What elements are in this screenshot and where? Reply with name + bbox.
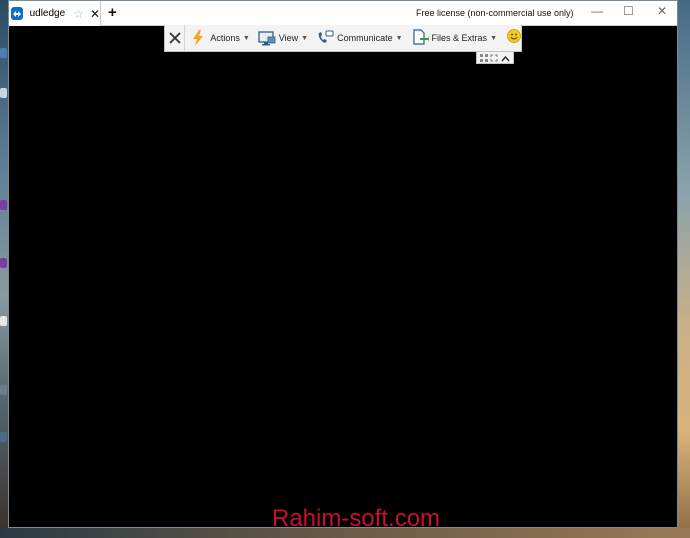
teamviewer-remote-window: udledge ☆ ✕ + Free license (non-commerci… <box>8 0 678 528</box>
phone-icon <box>316 29 334 47</box>
actions-menu[interactable]: Actions ▼ <box>185 25 253 51</box>
desktop-left-strip <box>0 0 8 538</box>
files-extras-menu[interactable]: Files & Extras ▼ <box>407 25 501 51</box>
lightning-icon <box>189 29 207 47</box>
close-window-button[interactable]: ✕ <box>657 5 667 17</box>
fullscreen-icon[interactable] <box>490 49 498 67</box>
desktop-icon[interactable] <box>0 88 7 98</box>
remote-screen-area[interactable] <box>9 65 677 527</box>
desktop-icon[interactable] <box>0 258 7 268</box>
collapse-icon[interactable] <box>501 49 510 67</box>
chevron-down-icon: ▼ <box>242 34 250 42</box>
actions-label: Actions <box>210 33 240 43</box>
desktop-right-strip <box>678 0 690 538</box>
toolbar-subbar <box>476 52 514 64</box>
communicate-menu[interactable]: Communicate ▼ <box>312 25 406 51</box>
minimize-button[interactable]: — <box>591 5 603 17</box>
chevron-down-icon: ▼ <box>395 34 403 42</box>
files-extras-label: Files & Extras <box>431 33 488 43</box>
close-icon <box>169 32 181 44</box>
license-text: Free license (non-commercial use only) <box>416 8 574 18</box>
desktop-icon[interactable] <box>0 385 7 395</box>
monitor-icon <box>258 29 276 47</box>
tab-title: udledge <box>29 8 66 19</box>
chevron-down-icon: ▼ <box>301 34 309 42</box>
desktop-icon[interactable] <box>0 48 7 58</box>
smiley-icon <box>507 28 521 43</box>
new-tab-button[interactable]: + <box>108 5 117 20</box>
feedback-smiley-button[interactable] <box>507 28 521 48</box>
teamviewer-logo-icon <box>11 7 23 20</box>
chevron-down-icon: ▼ <box>490 34 497 42</box>
title-bar: udledge ☆ ✕ + Free license (non-commerci… <box>9 1 677 26</box>
communicate-label: Communicate <box>337 33 393 43</box>
star-icon[interactable]: ☆ <box>73 8 84 20</box>
desktop-icon[interactable] <box>0 200 7 210</box>
remote-control-toolbar: Actions ▼ View ▼ Communicate ▼ Files & E… <box>164 25 522 52</box>
watermark-text: Rahim-soft.com <box>272 505 441 532</box>
desktop-icon[interactable] <box>0 432 7 442</box>
end-session-button[interactable] <box>165 25 186 51</box>
session-tab[interactable]: udledge ☆ ✕ <box>9 1 101 26</box>
tab-close-icon[interactable]: ✕ <box>90 8 100 20</box>
desktop-icon[interactable] <box>0 316 7 326</box>
grid-icon[interactable] <box>480 49 489 67</box>
file-transfer-icon <box>411 29 429 47</box>
view-menu[interactable]: View ▼ <box>254 25 312 51</box>
view-label: View <box>278 33 299 43</box>
maximize-button[interactable]: ☐ <box>623 5 634 17</box>
